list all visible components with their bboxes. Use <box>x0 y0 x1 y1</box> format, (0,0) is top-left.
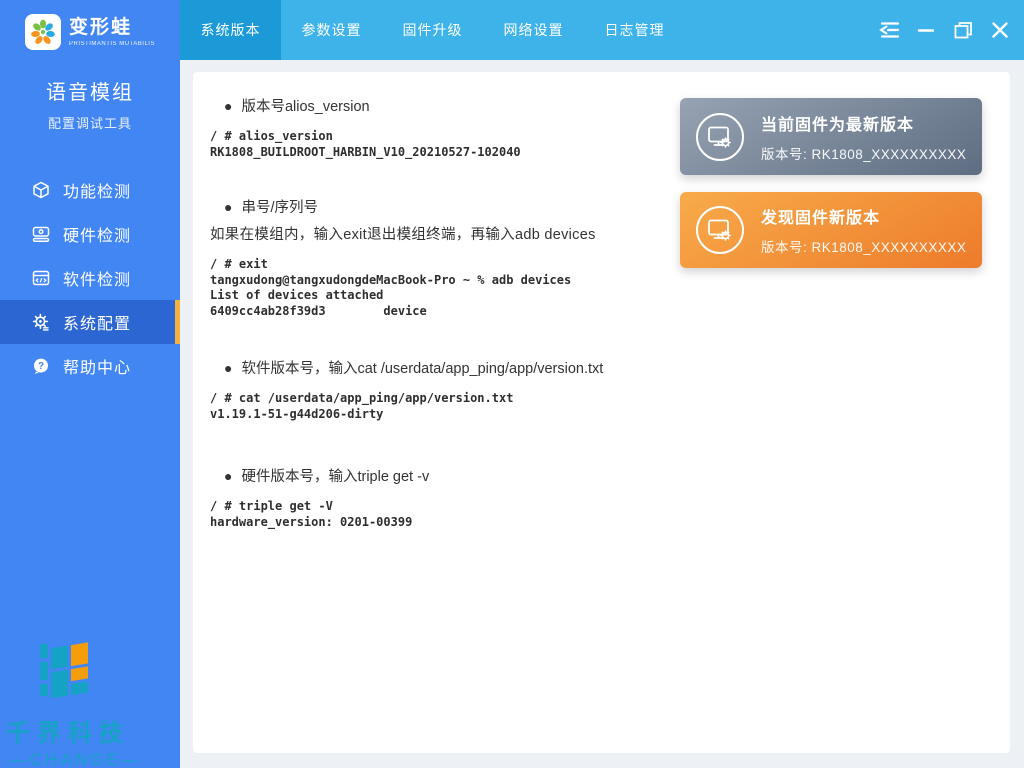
app-logo-icon <box>25 14 61 50</box>
section-serial-number: ● 串号/序列号 如果在模组内，输入exit退出模组终端，再输入adb devi… <box>210 196 680 319</box>
firmware-new-version-card[interactable]: 发现固件新版本 版本号: RK1808_XXXXXXXXXX <box>680 192 982 268</box>
sidebar: 变形蛙 PRISTIMANTIS MUTABILIS 语音模组 配置调试工具 功… <box>0 0 180 768</box>
bullet-icon: ● <box>224 199 232 215</box>
terminal-output: / # exit tangxudong@tangxudongdeMacBook-… <box>210 257 680 319</box>
tab-parameter-settings[interactable]: 参数设置 <box>281 0 382 60</box>
sidebar-item-hardware-check[interactable]: 硬件检测 <box>0 212 180 256</box>
bullet-icon: ● <box>224 360 232 376</box>
bullet-icon: ● <box>224 468 232 484</box>
sidebar-item-help-center[interactable]: ? 帮助中心 <box>0 344 180 388</box>
menu-button[interactable] <box>877 18 901 42</box>
section-heading: 软件版本号，输入cat /userdata/app_ping/app/versi… <box>241 357 603 378</box>
close-button[interactable] <box>988 18 1012 42</box>
app-subtitle: PRISTIMANTIS MUTABILIS <box>69 41 155 47</box>
code-window-icon <box>32 269 50 287</box>
sidebar-item-label: 帮助中心 <box>63 354 131 378</box>
section-hardware-version: ● 硬件版本号，输入triple get -v / # triple get -… <box>210 465 680 530</box>
minimize-button[interactable] <box>914 18 938 42</box>
sidebar-item-label: 硬件检测 <box>63 222 131 246</box>
app-title: 变形蛙 <box>69 18 155 37</box>
app-logo: 变形蛙 PRISTIMANTIS MUTABILIS <box>0 0 180 50</box>
terminal-output: / # cat /userdata/app_ping/app/version.t… <box>210 391 680 422</box>
content-panel: ● 版本号alios_version / # alios_version RK1… <box>193 72 1010 753</box>
gear-icon <box>32 313 50 331</box>
card-title: 发现固件新版本 <box>761 204 966 228</box>
firmware-latest-card[interactable]: 当前固件为最新版本 版本号: RK1808_XXXXXXXXXX <box>680 98 982 175</box>
sidebar-item-system-config[interactable]: 系统配置 <box>0 300 180 344</box>
bullet-icon: ● <box>224 98 232 114</box>
card-title: 当前固件为最新版本 <box>761 111 966 135</box>
help-icon: ? <box>32 357 50 375</box>
card-version: 版本号: RK1808_XXXXXXXXXX <box>761 236 966 256</box>
maximize-button[interactable] <box>951 18 975 42</box>
company-watermark: 千界科技 —CHANGE— <box>0 636 180 768</box>
tab-system-version[interactable]: 系统版本 <box>180 0 281 60</box>
section-version-number: ● 版本号alios_version / # alios_version RK1… <box>210 95 680 160</box>
section-heading: 版本号alios_version <box>241 95 369 116</box>
sidebar-item-label: 系统配置 <box>63 310 131 334</box>
section-note: 如果在模组内，输入exit退出模组终端，再输入adb devices <box>210 223 680 244</box>
section-heading: 串号/序列号 <box>241 196 318 217</box>
hardware-icon <box>32 225 50 243</box>
terminal-output: / # alios_version RK1808_BUILDROOT_HARBI… <box>210 129 680 160</box>
frog-flower-icon <box>29 18 57 46</box>
section-heading: 硬件版本号，输入triple get -v <box>241 465 429 486</box>
top-bar: 系统版本 参数设置 固件升级 网络设置 日志管理 <box>180 0 1024 60</box>
cube-icon <box>32 181 50 199</box>
terminal-output: / # triple get -V hardware_version: 0201… <box>210 499 680 530</box>
monitor-gear-icon <box>696 206 744 254</box>
module-subtitle: 配置调试工具 <box>0 113 180 132</box>
sidebar-item-label: 功能检测 <box>63 178 131 202</box>
window-controls <box>877 0 1012 60</box>
card-version: 版本号: RK1808_XXXXXXXXXX <box>761 143 966 163</box>
tab-firmware-upgrade[interactable]: 固件升级 <box>382 0 483 60</box>
company-name: 千界科技 <box>6 713 180 748</box>
company-tagline: —CHANGE— <box>10 750 180 768</box>
main-area: ● 版本号alios_version / # alios_version RK1… <box>180 60 1024 768</box>
company-logo-icon <box>40 636 180 709</box>
tab-network-settings[interactable]: 网络设置 <box>483 0 584 60</box>
section-software-version: ● 软件版本号，输入cat /userdata/app_ping/app/ver… <box>210 357 680 422</box>
sidebar-item-software-check[interactable]: 软件检测 <box>0 256 180 300</box>
sidebar-item-label: 软件检测 <box>63 266 131 290</box>
tab-log-management[interactable]: 日志管理 <box>584 0 685 60</box>
module-title: 语音模组 <box>0 76 180 105</box>
tab-bar: 系统版本 参数设置 固件升级 网络设置 日志管理 <box>180 0 685 60</box>
sidebar-menu: 功能检测 硬件检测 <box>0 168 180 388</box>
svg-text:?: ? <box>38 361 44 372</box>
app-window: 变形蛙 PRISTIMANTIS MUTABILIS 语音模组 配置调试工具 功… <box>0 0 1024 768</box>
sidebar-item-function-check[interactable]: 功能检测 <box>0 168 180 212</box>
monitor-gear-icon <box>696 113 744 161</box>
